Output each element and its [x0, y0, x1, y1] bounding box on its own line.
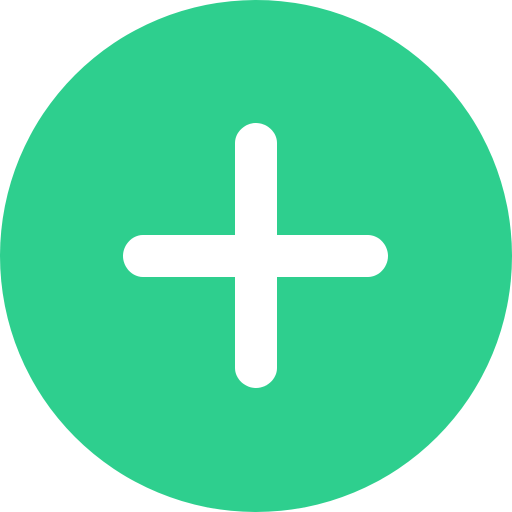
- plus-horizontal-bar: [123, 235, 388, 277]
- icon-stage: [0, 0, 512, 512]
- plus-circle-icon: [0, 0, 512, 512]
- add-button[interactable]: [0, 0, 512, 512]
